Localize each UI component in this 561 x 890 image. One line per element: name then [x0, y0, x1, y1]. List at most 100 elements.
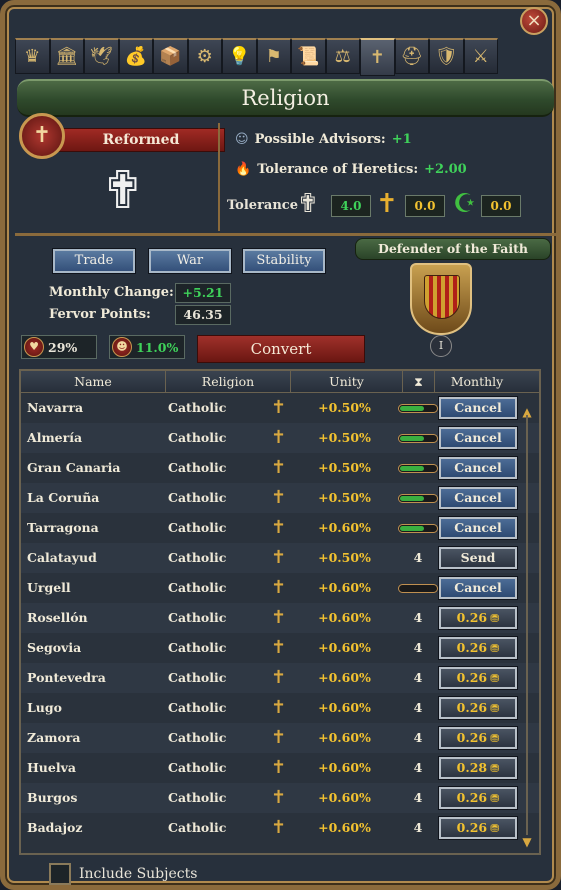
scroll-icon[interactable]: 📜 — [291, 38, 326, 74]
cost-cell: 0.26 ⛃ — [438, 603, 518, 633]
table-row[interactable]: Pontevedra Catholic ✝ +0.60% 4 0.26 ⛃ — [21, 663, 539, 693]
send-missionary-cost-button[interactable]: 0.26 ⛃ — [439, 727, 517, 749]
cancel-button[interactable]: Cancel — [439, 457, 517, 479]
cost-cell: 0.26 ⛃ — [438, 723, 518, 753]
timer-cell: 4 — [398, 633, 438, 663]
include-subjects-checkbox[interactable] — [49, 863, 71, 885]
send-missionary-cost-button[interactable]: 0.26 ⛃ — [439, 637, 517, 659]
fervor-points-label: Fervor Points: — [49, 307, 151, 322]
province-name[interactable]: Pontevedra — [21, 663, 166, 693]
cancel-button[interactable]: Cancel — [439, 517, 517, 539]
stability-button[interactable]: Stability — [243, 249, 325, 273]
table-row[interactable]: Rosellón Catholic ✝ +0.60% 4 0.26 ⛃ — [21, 603, 539, 633]
table-row[interactable]: Navarra Catholic ✝ +0.50% Cancel — [21, 393, 539, 423]
crown-icon[interactable]: ♛ — [15, 38, 50, 74]
cost-cell: 0.26 ⛃ — [438, 813, 518, 843]
send-missionary-cost-button[interactable]: 0.26 ⛃ — [439, 607, 517, 629]
province-name[interactable]: Urgell — [21, 573, 166, 603]
scroll-down-icon[interactable]: ▼ — [519, 835, 535, 849]
religion-cross-icon[interactable]: ✝ — [360, 38, 395, 76]
table-row[interactable]: Almería Catholic ✝ +0.50% Cancel — [21, 423, 539, 453]
col-monthly-cost[interactable]: Monthly Cost — [435, 371, 519, 410]
crossed-swords-icon[interactable]: ⚔ — [463, 38, 498, 74]
hourglass-icon[interactable]: ⧗ — [403, 371, 435, 392]
col-name[interactable]: Name — [21, 371, 166, 392]
coin-icon: ⛃ — [490, 612, 500, 625]
table-row[interactable]: Gran Canaria Catholic ✝ +0.50% Cancel — [21, 453, 539, 483]
send-missionary-cost-button[interactable]: 0.26 ⛃ — [439, 697, 517, 719]
cost-label: 0.26 — [456, 640, 488, 655]
estates-icon[interactable]: ⚖ — [325, 38, 360, 74]
trade-button[interactable]: Trade — [53, 249, 135, 273]
send-missionary-cost-button[interactable]: 0.26 ⛃ — [439, 817, 517, 839]
convert-button[interactable]: Convert — [197, 335, 365, 363]
province-name[interactable]: Rosellón — [21, 603, 166, 633]
cost-label: 0.26 — [456, 790, 488, 805]
province-name[interactable]: Navarra — [21, 393, 166, 423]
reformed-tolerance-icon: ✟ — [297, 189, 319, 219]
catholic-cross-icon: ✝ — [270, 727, 287, 748]
coin-icon: ⛃ — [490, 732, 500, 745]
province-name[interactable]: La Coruña — [21, 483, 166, 513]
cancel-button[interactable]: Cancel — [439, 427, 517, 449]
province-religion: Catholic — [168, 700, 227, 715]
province-name[interactable]: Almería — [21, 423, 166, 453]
helmet-icon[interactable]: ⛑ — [394, 38, 429, 74]
close-icon[interactable]: × — [520, 7, 548, 35]
include-subjects-row[interactable]: Include Subjects — [49, 863, 197, 885]
province-religion: Catholic — [168, 490, 227, 505]
province-name[interactable]: Segovia — [21, 633, 166, 663]
timer-cell — [398, 423, 438, 453]
catholic-cross-icon: ✝ — [270, 427, 287, 448]
scroll-track[interactable] — [526, 415, 528, 835]
send-missionary-cost-button[interactable]: 0.28 ⛃ — [439, 757, 517, 779]
timer-cell: 4 — [398, 543, 438, 573]
table-row[interactable]: Burgos Catholic ✝ +0.60% 4 0.26 ⛃ — [21, 783, 539, 813]
trade-goods-icon[interactable]: 📦 — [153, 38, 188, 74]
dove-icon[interactable]: 🕊 — [84, 38, 119, 74]
province-name[interactable]: Zamora — [21, 723, 166, 753]
table-row[interactable]: Calatayud Catholic ✝ +0.50% 4 Send — [21, 543, 539, 573]
table-row[interactable]: Tarragona Catholic ✝ +0.60% Cancel — [21, 513, 539, 543]
war-button[interactable]: War — [149, 249, 231, 273]
cost-label: Cancel — [454, 580, 502, 595]
send-missionary-cost-button[interactable]: 0.26 ⛃ — [439, 787, 517, 809]
province-name[interactable]: Gran Canaria — [21, 453, 166, 483]
table-row[interactable]: La Coruña Catholic ✝ +0.50% Cancel — [21, 483, 539, 513]
religious-unity: ♥ 29% — [21, 335, 97, 359]
cancel-button[interactable]: Cancel — [439, 577, 517, 599]
money-bags-icon[interactable]: 💰 — [118, 38, 153, 74]
religion-emblem-icon: ✝ — [19, 113, 65, 159]
table-row[interactable]: Urgell Catholic ✝ +0.60% Cancel — [21, 573, 539, 603]
province-name[interactable]: Calatayud — [21, 543, 166, 573]
table-row[interactable]: Zamora Catholic ✝ +0.60% 4 0.26 ⛃ — [21, 723, 539, 753]
coin-icon: ⛃ — [490, 762, 500, 775]
province-name[interactable]: Badajoz — [21, 813, 166, 843]
province-name[interactable]: Lugo — [21, 693, 166, 723]
province-name[interactable]: Huelva — [21, 753, 166, 783]
cost-cell: 0.28 ⛃ — [438, 753, 518, 783]
tolerance-label: Tolerance — [227, 198, 298, 213]
cancel-button[interactable]: Cancel — [439, 397, 517, 419]
courthouse-icon[interactable]: 🏛 — [49, 38, 84, 74]
province-religion: Catholic — [168, 610, 227, 625]
flag-icon[interactable]: ⚑ — [256, 38, 291, 74]
province-religion: Catholic — [168, 430, 227, 445]
send-missionary-cost-button[interactable]: 0.26 ⛃ — [439, 667, 517, 689]
col-religion[interactable]: Religion — [166, 371, 291, 392]
send-button[interactable]: Send — [439, 547, 517, 569]
table-row[interactable]: Segovia Catholic ✝ +0.60% 4 0.26 ⛃ — [21, 633, 539, 663]
cancel-button[interactable]: Cancel — [439, 487, 517, 509]
table-row[interactable]: Lugo Catholic ✝ +0.60% 4 0.26 ⛃ — [21, 693, 539, 723]
table-row[interactable]: Huelva Catholic ✝ +0.60% 4 0.28 ⛃ — [21, 753, 539, 783]
province-name[interactable]: Tarragona — [21, 513, 166, 543]
scrollbar[interactable]: ▲ ▼ — [519, 405, 535, 849]
col-unity[interactable]: Unity — [291, 371, 403, 392]
lightbulb-icon[interactable]: 💡 — [222, 38, 257, 74]
defender-shield-icon[interactable] — [410, 263, 472, 335]
timer-cell: 4 — [398, 603, 438, 633]
coat-of-arms-icon[interactable]: 🛡 — [429, 38, 464, 74]
table-row[interactable]: Badajoz Catholic ✝ +0.60% 4 0.26 ⛃ — [21, 813, 539, 843]
gears-icon[interactable]: ⚙ — [187, 38, 222, 74]
province-name[interactable]: Burgos — [21, 783, 166, 813]
